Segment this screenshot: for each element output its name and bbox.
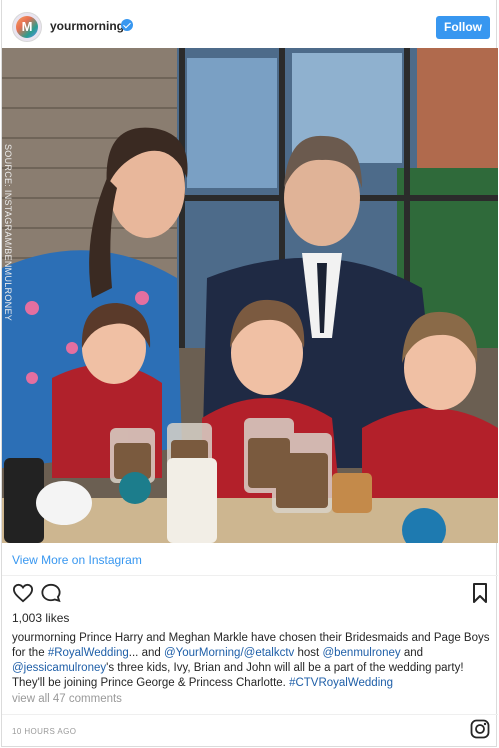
likes-count[interactable]: 1,003 likes <box>12 611 69 625</box>
hashtag-link[interactable]: #CTVRoyalWedding <box>289 677 393 689</box>
mention-link[interactable]: @benmulroney <box>322 647 400 659</box>
heart-icon[interactable] <box>12 583 34 603</box>
verified-badge-icon <box>121 19 133 31</box>
photo-source-watermark: SOURCE: INSTAGRAM/BENMULRONEY <box>3 144 13 322</box>
post-timestamp: 10 HOURS AGO <box>12 727 77 736</box>
post-header: M yourmorning Follow <box>2 4 498 48</box>
post-photo[interactable]: SOURCE: INSTAGRAM/BENMULRONEY <box>2 48 498 543</box>
divider <box>2 714 498 715</box>
username[interactable]: yourmorning <box>50 19 124 33</box>
divider <box>2 575 498 576</box>
view-comments-link[interactable]: view all 47 comments <box>12 693 122 705</box>
hashtag-link[interactable]: #RoyalWedding <box>48 647 129 659</box>
avatar[interactable]: M <box>12 12 42 42</box>
post-caption: yourmorning Prince Harry and Meghan Mark… <box>12 632 490 689</box>
mention-link[interactable]: @jessicamulroney <box>12 662 106 674</box>
bookmark-icon[interactable] <box>472 583 488 603</box>
instagram-embed: M yourmorning Follow SOURCE: INSTAGRAM/B… <box>1 0 498 747</box>
comment-icon[interactable] <box>40 583 62 603</box>
view-more-link[interactable]: View More on Instagram <box>12 553 142 567</box>
instagram-icon[interactable] <box>470 719 490 739</box>
action-bar <box>2 580 498 606</box>
caption-username[interactable]: yourmorning <box>12 632 76 644</box>
mention-link[interactable]: @etalkctv <box>244 647 295 659</box>
mention-link[interactable]: @YourMorning <box>164 647 240 659</box>
follow-button[interactable]: Follow <box>436 16 490 39</box>
family-photo-illustration <box>2 48 498 543</box>
